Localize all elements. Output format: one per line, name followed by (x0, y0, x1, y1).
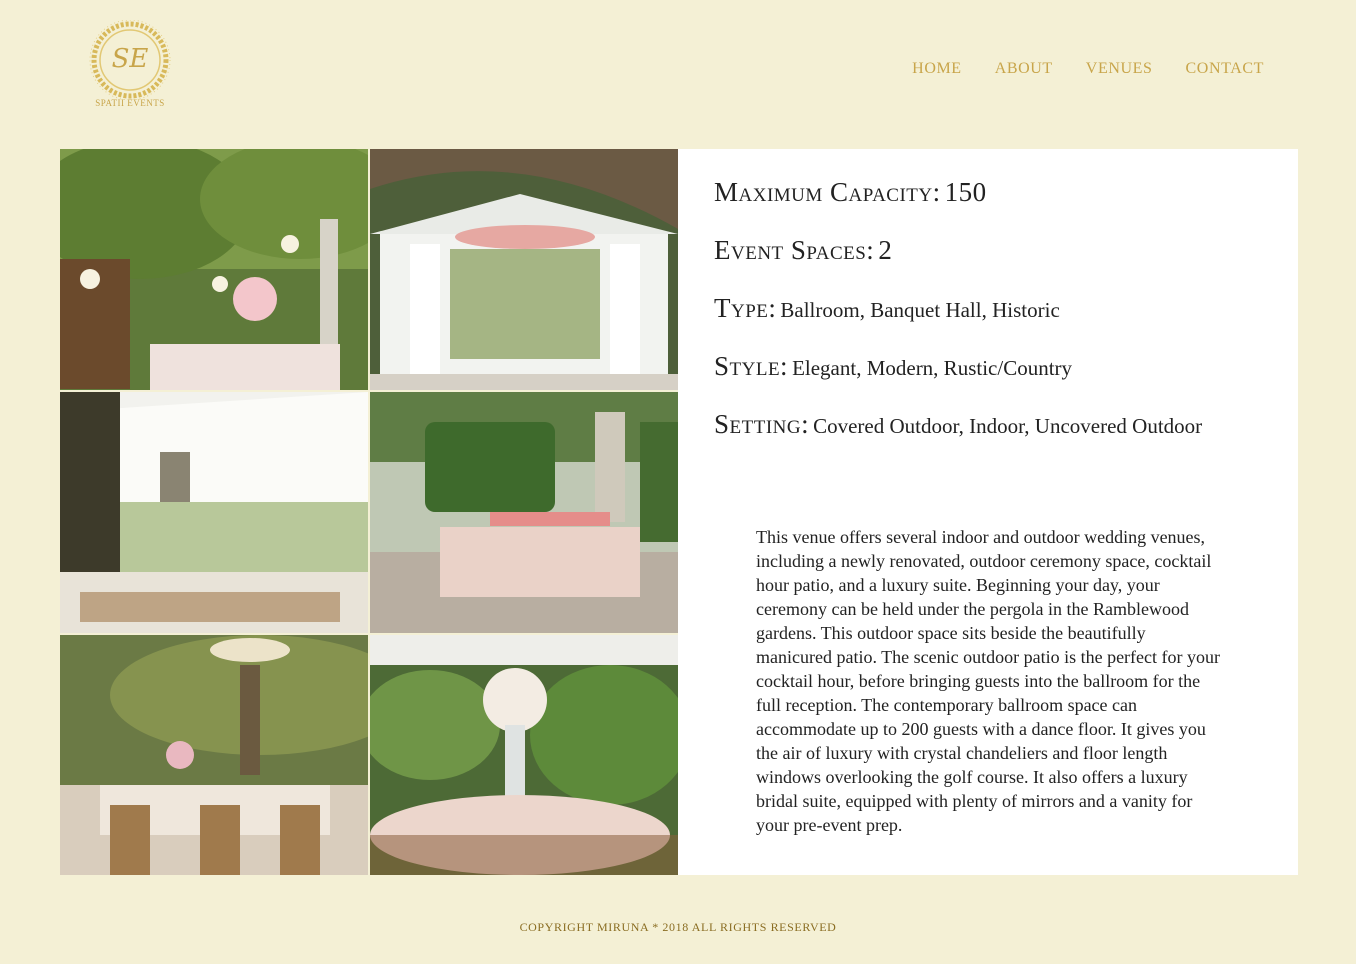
nav-about-link[interactable]: ABOUT (995, 60, 1053, 78)
photo-white-gazebo[interactable] (370, 149, 678, 390)
venue-description: This venue offers several indoor and out… (756, 527, 1221, 835)
event-spaces-row: Event Spaces: 2 (714, 235, 892, 266)
main-nav: HOME ABOUT VENUES CONTACT (912, 60, 1264, 78)
footer-copyright: COPYRIGHT MIRUNA * 2018 ALL RIGHTS RESER… (519, 920, 837, 934)
brand-name: SPATII EVENTS (95, 98, 165, 108)
nav-home-link[interactable]: HOME (912, 60, 962, 78)
setting-value: Covered Outdoor, Indoor, Uncovered Outdo… (813, 414, 1203, 438)
venue-photo-gallery (60, 149, 678, 875)
capacity-label: Maximum Capacity: (714, 177, 941, 207)
brand-logo[interactable]: SE SPATII EVENTS (84, 20, 176, 112)
capacity-row: Maximum Capacity: 150 (714, 177, 987, 208)
photo-garden-reception[interactable] (60, 149, 368, 390)
photo-statue-garden[interactable] (370, 392, 678, 633)
photo-floral-centerpiece[interactable] (370, 635, 678, 875)
setting-row: Setting: Covered Outdoor, Indoor, Uncove… (714, 409, 1202, 440)
type-row: Type: Ballroom, Banquet Hall, Historic (714, 293, 1060, 324)
photo-tent-reception[interactable] (60, 392, 368, 633)
style-value: Elegant, Modern, Rustic/Country (792, 356, 1073, 380)
type-label: Type: (714, 293, 777, 323)
photo-chandelier-banquet[interactable] (60, 635, 368, 875)
venue-details-panel: Maximum Capacity: 150 Event Spaces: 2 Ty… (678, 149, 1298, 875)
capacity-value: 150 (944, 177, 987, 207)
nav-contact-link[interactable]: CONTACT (1186, 60, 1264, 78)
event-spaces-value: 2 (878, 235, 893, 265)
type-value: Ballroom, Banquet Hall, Historic (780, 298, 1060, 322)
brand-monogram: SE (111, 44, 149, 74)
event-spaces-label: Event Spaces: (714, 235, 875, 265)
style-row: Style: Elegant, Modern, Rustic/Country (714, 351, 1072, 382)
setting-label: Setting: (714, 409, 810, 439)
style-label: Style: (714, 351, 789, 381)
nav-venues-link[interactable]: VENUES (1086, 60, 1153, 78)
